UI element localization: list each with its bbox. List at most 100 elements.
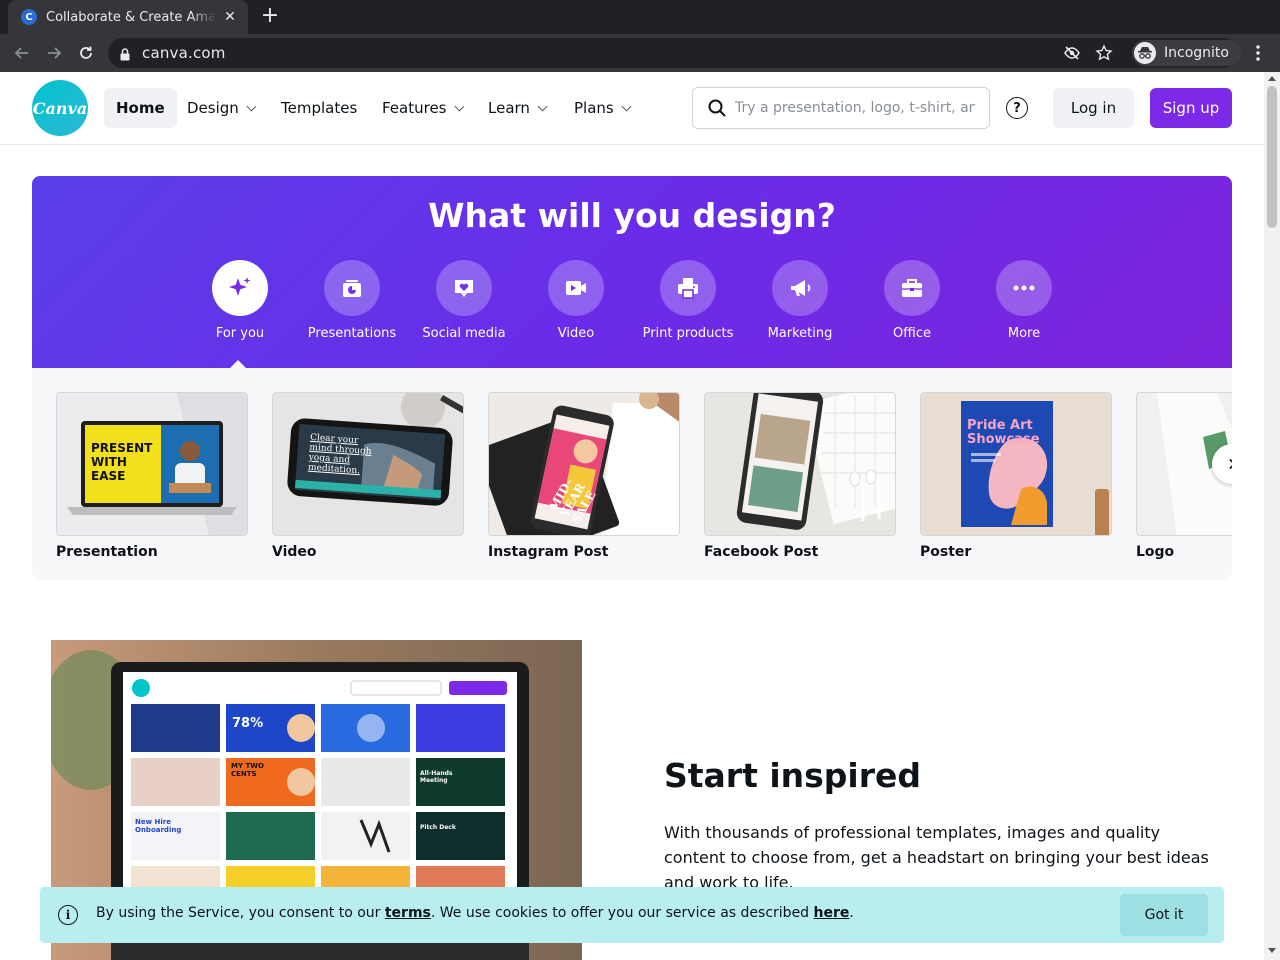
star-icon[interactable] xyxy=(1095,44,1113,62)
megaphone-icon xyxy=(772,260,828,316)
new-tab-button[interactable]: + xyxy=(258,4,282,30)
page-scrollbar[interactable] xyxy=(1264,72,1280,960)
chevron-down-icon xyxy=(246,101,257,111)
template-thumbnail: MID-YEAR SALE xyxy=(488,392,680,536)
nav-home-label: Home xyxy=(116,99,165,117)
browser-toolbar: canva.com Incognito xyxy=(0,34,1280,72)
scroll-down-icon[interactable] xyxy=(1268,948,1276,953)
cookie-text-part: . xyxy=(849,905,854,921)
category-social-media[interactable]: Social media xyxy=(414,260,514,341)
template-thumbnail: Pride Art Showcase xyxy=(920,392,1112,536)
nav-plans[interactable]: Plans xyxy=(562,88,642,128)
template-label: Instagram Post xyxy=(488,544,609,560)
chevron-down-icon xyxy=(537,101,548,111)
cookie-text-part: By using the Service, you consent to our xyxy=(96,905,385,921)
template-thumbnail: Clear your mind through yoga and meditat… xyxy=(272,392,464,536)
screen-tile-text: MY TWO CENTS xyxy=(231,762,264,778)
category-video[interactable]: Video xyxy=(526,260,626,341)
section-title: Start inspired xyxy=(664,756,922,795)
category-marketing[interactable]: Marketing xyxy=(750,260,850,341)
nav-plans-label: Plans xyxy=(574,99,614,117)
nav-templates[interactable]: Templates xyxy=(269,88,369,128)
nav-features[interactable]: Features xyxy=(370,88,475,128)
tab-title: Collaborate & Create Amazing Graphic Des… xyxy=(46,9,216,25)
template-thumbnail xyxy=(704,392,896,536)
chevron-right-icon xyxy=(1226,458,1232,470)
canva-logo[interactable]: Canva xyxy=(32,80,88,136)
info-icon: i xyxy=(58,905,78,925)
category-more[interactable]: More xyxy=(974,260,1074,341)
category-print-products[interactable]: Print products xyxy=(638,260,738,341)
thumbnail-text: PRESENT WITH EASE xyxy=(91,441,153,483)
section-body: With thousands of professional templates… xyxy=(664,823,1209,892)
terms-link[interactable]: terms xyxy=(385,905,431,921)
template-card-facebook-post[interactable]: Facebook Post xyxy=(704,392,896,560)
category-label: Social media xyxy=(422,326,506,341)
category-label: Video xyxy=(557,326,595,341)
category-label: Presentations xyxy=(307,326,397,341)
search-input[interactable] xyxy=(735,100,975,116)
page-viewport: Canva Home Design Templates Features Lea… xyxy=(0,72,1264,960)
address-bar[interactable]: canva.com Incognito xyxy=(108,38,1241,68)
video-icon xyxy=(548,260,604,316)
more-icon xyxy=(996,260,1052,316)
hero-title: What will you design? xyxy=(428,196,836,235)
incognito-label: Incognito xyxy=(1164,45,1229,61)
template-label: Presentation xyxy=(56,544,158,560)
category-label: For you xyxy=(215,326,265,341)
template-label: Video xyxy=(272,544,317,560)
template-card-presentation[interactable]: PRESENT WITH EASE Presentation xyxy=(56,392,248,560)
category-label: Print products xyxy=(642,326,734,341)
url-text: canva.com xyxy=(142,44,226,62)
template-label: Logo xyxy=(1136,544,1175,560)
thumbnail-text: Pride Art Showcase xyxy=(967,418,1040,447)
close-icon[interactable]: ✕ xyxy=(222,9,238,25)
template-thumbnail: PRESENT WITH EASE xyxy=(56,392,248,536)
template-card-instagram-post[interactable]: MID-YEAR SALE Instagram Post xyxy=(488,392,680,560)
reload-icon[interactable] xyxy=(74,41,98,65)
category-label: Office xyxy=(893,326,931,341)
category-label: More xyxy=(1007,326,1041,341)
cookie-text-part: . We use cookies to offer you our servic… xyxy=(430,905,814,921)
screen-tile-text: All-Hands Meeting xyxy=(420,770,453,784)
search-icon xyxy=(707,98,727,118)
help-icon[interactable]: ? xyxy=(1006,97,1028,119)
category-for-you[interactable]: For you xyxy=(190,260,290,341)
browser-tab-bar: C Collaborate & Create Amazing Graphic D… xyxy=(0,0,1280,34)
heart-icon xyxy=(436,260,492,316)
screen-tile-text: Pitch Deck xyxy=(420,824,456,831)
got-it-button[interactable]: Got it xyxy=(1120,894,1208,936)
browser-tab[interactable]: C Collaborate & Create Amazing Graphic D… xyxy=(8,0,248,34)
thumbnail-text: Clear your mind through yoga and meditat… xyxy=(307,432,372,477)
signup-button[interactable]: Sign up xyxy=(1150,88,1232,128)
nav-home[interactable]: Home xyxy=(104,88,177,128)
category-presentations[interactable]: Presentations xyxy=(302,260,402,341)
nav-learn[interactable]: Learn xyxy=(476,88,558,128)
chevron-down-icon xyxy=(454,101,464,111)
incognito-badge[interactable]: Incognito xyxy=(1132,40,1241,66)
template-card-poster[interactable]: Pride Art Showcase Poster xyxy=(920,392,1112,560)
browser-menu-icon[interactable] xyxy=(1252,43,1264,63)
login-button[interactable]: Log in xyxy=(1053,88,1134,128)
back-icon[interactable] xyxy=(10,41,34,65)
briefcase-icon xyxy=(884,260,940,316)
template-label: Facebook Post xyxy=(704,544,819,560)
category-label: Marketing xyxy=(767,326,833,341)
sparkle-icon xyxy=(212,260,268,316)
presentation-icon xyxy=(324,260,380,316)
cookies-here-link[interactable]: here xyxy=(814,905,850,921)
design-hero: What will you design? For you Presentati… xyxy=(32,176,1232,368)
search-box[interactable] xyxy=(692,87,990,129)
forward-icon[interactable] xyxy=(42,41,66,65)
category-office[interactable]: Office xyxy=(862,260,962,341)
scroll-up-icon[interactable] xyxy=(1268,76,1276,81)
incognito-icon xyxy=(1134,42,1156,64)
template-card-video[interactable]: Clear your mind through yoga and meditat… xyxy=(272,392,464,560)
cookie-banner: i By using the Service, you consent to o… xyxy=(40,887,1224,943)
nav-design[interactable]: Design xyxy=(175,88,267,128)
nav-learn-label: Learn xyxy=(488,99,530,117)
eye-off-icon[interactable] xyxy=(1063,44,1081,62)
template-carousel: PRESENT WITH EASE Presentation Clear you… xyxy=(32,368,1232,580)
nav-templates-label: Templates xyxy=(281,99,358,117)
scrollbar-thumb[interactable] xyxy=(1267,86,1277,228)
